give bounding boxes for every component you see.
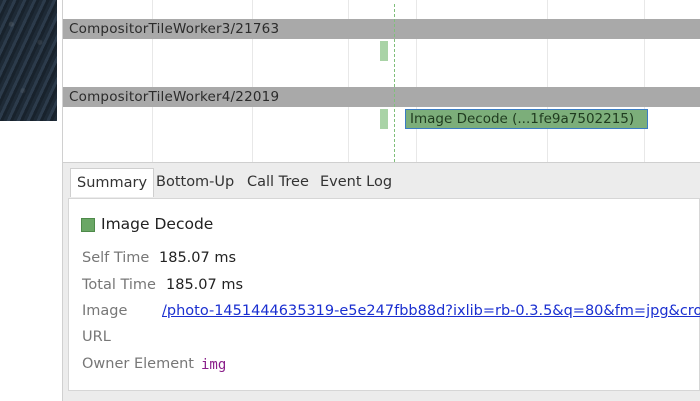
image-url-link[interactable]: /photo-1451444635319-e5e247fbb88d?ixlib=…: [162, 303, 700, 319]
frame-marker-line: [394, 4, 395, 162]
thumbnail-image: [0, 0, 57, 121]
details-tabbar: Summary Bottom-Up Call Tree Event Log: [63, 163, 700, 199]
event-title: Image Decode: [101, 215, 214, 233]
track-header-worker4[interactable]: CompositorTileWorker4/22019: [63, 87, 700, 107]
event-bar[interactable]: [380, 41, 388, 61]
event-bar[interactable]: [380, 109, 388, 129]
image-url-label: Image: [82, 303, 128, 319]
details-pane: Summary Bottom-Up Call Tree Event Log Im…: [63, 162, 700, 401]
self-time-value: 185.07 ms: [159, 250, 237, 266]
self-time-label: Self Time: [82, 250, 150, 266]
tab-call-tree[interactable]: Call Tree: [241, 168, 315, 197]
tab-bottom-up[interactable]: Bottom-Up: [150, 168, 240, 197]
total-time-label: Total Time: [82, 277, 156, 293]
tab-event-log[interactable]: Event Log: [314, 168, 398, 197]
track-header-worker3[interactable]: CompositorTileWorker3/21763: [63, 19, 700, 39]
tab-summary[interactable]: Summary: [70, 168, 155, 197]
owner-element-link[interactable]: img: [201, 357, 226, 373]
image-decode-event[interactable]: Image Decode (...1fe9a7502215): [405, 109, 648, 129]
image-url-label-line2: URL: [82, 329, 111, 345]
owner-element-label: Owner Element: [82, 356, 194, 372]
timeline-flamechart[interactable]: CompositorTileWorker3/21763 CompositorTi…: [63, 0, 700, 162]
summary-panel: Image Decode Self Time 185.07 ms Total T…: [68, 198, 700, 391]
category-color-swatch: [81, 218, 95, 232]
total-time-value: 185.07 ms: [166, 277, 244, 293]
